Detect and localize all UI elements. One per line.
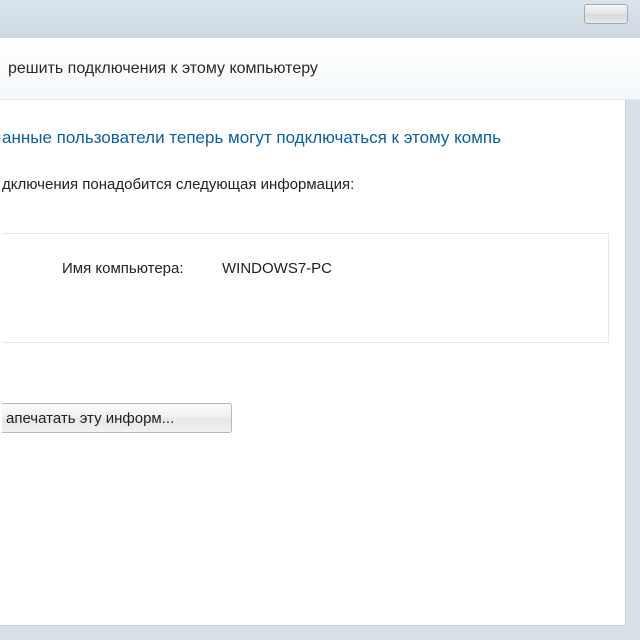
computer-info-box: Имя компьютера: WINDOWS7-PC: [2, 233, 609, 343]
window-titlebar: [0, 0, 640, 38]
wizard-content-area: анные пользователи теперь могут подключа…: [0, 100, 626, 626]
print-button[interactable]: апечатать эту информ...: [2, 403, 232, 433]
computer-name-row: Имя компьютера: WINDOWS7-PC: [62, 260, 608, 277]
info-text: дключения понадобится следующая информац…: [0, 148, 625, 193]
wizard-header-strip: решить подключения к этому компьютеру: [0, 38, 640, 100]
titlebar-button[interactable]: [584, 4, 628, 24]
computer-name-value: WINDOWS7-PC: [222, 260, 332, 277]
computer-name-label: Имя компьютера:: [62, 260, 202, 277]
wizard-header-title: решить подключения к этому компьютеру: [8, 60, 318, 78]
page-heading: анные пользователи теперь могут подключа…: [0, 128, 625, 148]
